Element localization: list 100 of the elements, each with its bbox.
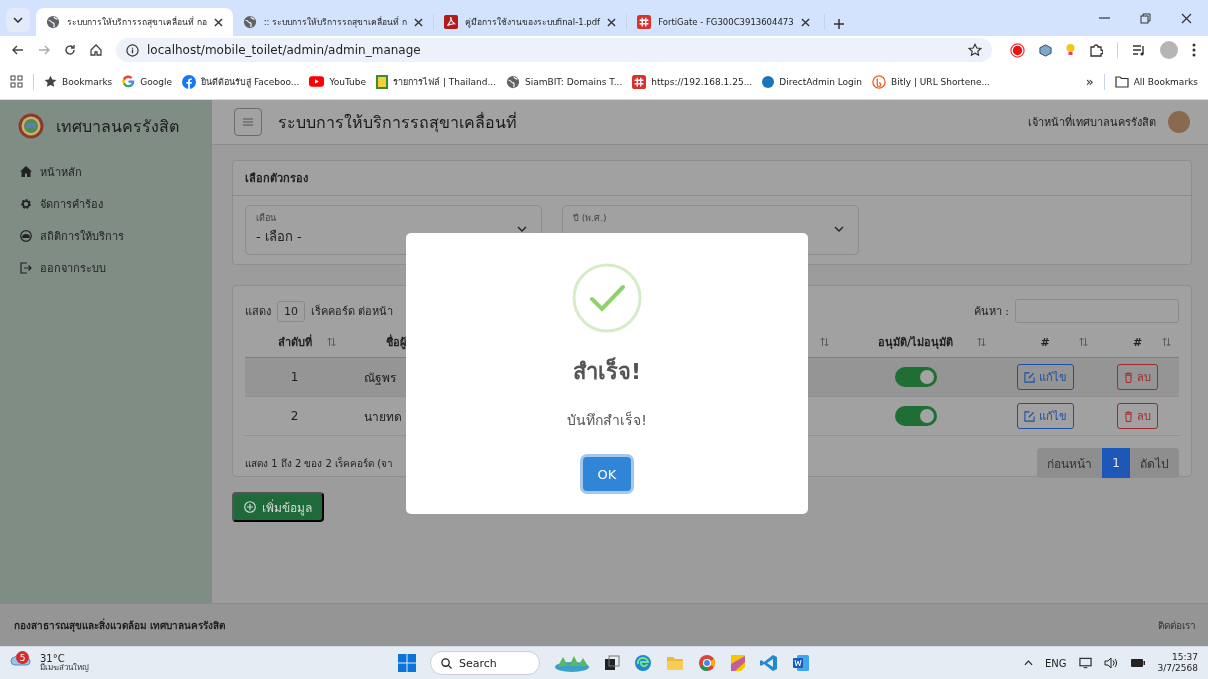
checkmark-icon (572, 263, 642, 333)
page-size-select[interactable]: 10 (277, 300, 305, 322)
cube-icon[interactable] (1039, 43, 1052, 57)
browser-tab[interactable]: :: ระบบการให้บริการรถสุขาเคลื่อนที่ ก (232, 8, 433, 36)
globe-icon (46, 15, 60, 29)
tab-list-button[interactable] (6, 8, 30, 32)
column-header: ลำดับที่ (277, 333, 312, 351)
plus-icon[interactable] (832, 18, 845, 30)
sort-icon (327, 337, 336, 347)
sidebar-menu-item[interactable]: จัดการคำร้อง (20, 194, 212, 213)
table-info: แสดง 1 ถึง 2 ของ 2 เร็คคอร์ด (จา (245, 455, 394, 471)
google-icon (122, 75, 136, 88)
field-label: เดือน (256, 212, 276, 225)
sort-icon (1079, 337, 1088, 347)
restore-icon[interactable] (1140, 12, 1151, 24)
code-editor-icon[interactable] (760, 654, 778, 672)
contact-link[interactable]: ติดต่อเรา (1158, 617, 1196, 633)
bookmark-link[interactable]: DirectAdmin Login (762, 75, 862, 88)
sidebar-menu-item[interactable]: หน้าหลัก (20, 162, 212, 181)
bulb-icon[interactable] (1066, 43, 1075, 57)
star-outline-icon[interactable] (968, 43, 982, 57)
bookmark-link[interactable]: Bitly | URL Shortene... (872, 74, 990, 89)
column-header: # (1132, 335, 1143, 349)
bookmark-link[interactable]: YouTube (309, 76, 367, 87)
dot-icon (762, 75, 775, 88)
search-icon (441, 657, 452, 669)
chevron-down-icon (517, 226, 527, 232)
column-header: อนุมัติ/ไม่อนุมัติ (878, 335, 953, 351)
more-icon[interactable] (1192, 43, 1196, 57)
home-icon[interactable] (90, 44, 102, 56)
ok-button[interactable]: OK (583, 457, 631, 491)
browser-tab[interactable]: FortiGate - FG300C3913604473 (627, 8, 820, 36)
close-icon[interactable] (800, 17, 810, 27)
toggle-switch[interactable] (894, 406, 937, 426)
record-icon[interactable] (1010, 42, 1025, 58)
table-cell-text: นายทด (364, 408, 402, 426)
edit-icon (1023, 410, 1035, 422)
pagination-button[interactable]: ก่อนหน้า (1037, 448, 1103, 478)
sidebar-menu-item[interactable]: ออกจากระบบ (20, 258, 212, 277)
column-header: ชื่อผู้ (386, 333, 406, 351)
close-icon[interactable] (607, 17, 617, 27)
trash-icon (1124, 371, 1133, 383)
search-label: ค้นหา : (973, 304, 1009, 320)
table-cell: 1 (290, 370, 299, 384)
notes-icon[interactable] (730, 654, 746, 672)
pagination-button[interactable]: 1 (1102, 448, 1130, 478)
language-indicator[interactable]: ENG (1045, 657, 1067, 669)
browser-tab[interactable]: ระบบการให้บริการรถสุขาเคลื่อนที่ กอ (36, 8, 233, 36)
footer-text: กองสาธารณสุขและสิ่งแวดล้อม เทศบาลนครรังสิต (14, 617, 226, 633)
edge-icon[interactable] (634, 654, 652, 672)
bookmark-link[interactable]: Bookmarks (44, 75, 113, 88)
reload-icon[interactable] (64, 44, 76, 56)
puzzle-icon[interactable] (1089, 43, 1103, 57)
close-icon[interactable] (1181, 12, 1192, 24)
table-cell: 2 (290, 409, 299, 423)
select-value: - เลือก - (256, 228, 302, 246)
back-icon[interactable] (12, 44, 24, 56)
taskbar-search[interactable]: Search (430, 651, 540, 675)
battery-icon[interactable] (1129, 658, 1146, 668)
monitor-icon[interactable] (1078, 657, 1092, 669)
trash-icon (1124, 410, 1133, 422)
sort-icon (820, 337, 829, 347)
address-bar[interactable]: localhost/mobile_toilet/admin/admin_manage (116, 38, 992, 62)
clock[interactable]: 15:37 3/7/2568 (1157, 651, 1198, 675)
bookmark-link[interactable]: Google (122, 75, 173, 88)
sort-icon (1162, 337, 1171, 347)
info-icon (126, 43, 139, 57)
toggle-switch[interactable] (894, 367, 937, 387)
task-view-icon[interactable] (604, 655, 620, 671)
bitly-icon (872, 74, 886, 89)
bookmark-link[interactable]: SiamBIT: Domains T... (506, 74, 623, 89)
browser-tab[interactable]: คู่มือการใช้งานของระบบfinal-1.pdf (433, 8, 627, 36)
pagination-button[interactable]: ถัดไป (1130, 448, 1179, 478)
close-icon[interactable] (213, 17, 223, 27)
seal-logo-icon (18, 113, 44, 139)
all-bookmarks-link[interactable]: All Bookmarks (1114, 75, 1198, 88)
menu-icon (243, 118, 253, 126)
grid-icon (632, 74, 647, 89)
logout-icon (20, 261, 32, 274)
bookmark-link[interactable]: ยินดีต้อนรับสู่ Faceboo... (182, 74, 300, 89)
column-header: # (1040, 335, 1050, 349)
chevron-up-icon[interactable] (1024, 660, 1033, 666)
page-title: ระบบการให้บริการรถสุขาเคลื่อนที่ (278, 111, 517, 135)
close-icon[interactable] (413, 17, 423, 27)
chevron-down-icon (834, 226, 844, 232)
facebook-icon (182, 74, 197, 89)
speaker-icon[interactable] (1103, 657, 1118, 669)
star-icon (44, 75, 57, 88)
add-button[interactable]: เพิ่มข้อมูล (232, 492, 324, 522)
chrome-icon[interactable] (698, 654, 716, 672)
bookmark-link[interactable]: https://192.168.1.25... (632, 74, 753, 89)
apps-icon[interactable] (10, 75, 23, 88)
word-icon[interactable] (792, 654, 810, 672)
playlist-icon[interactable] (1132, 44, 1146, 56)
grid-icon (637, 15, 652, 29)
sidebar-menu-item[interactable]: สถิติการให้บริการ (20, 226, 212, 245)
more-bookmarks-button[interactable]: » (1085, 74, 1094, 89)
gear-icon (20, 197, 32, 210)
bookmark-link[interactable]: รายการไฟล์ | Thailand... (376, 74, 497, 89)
folder-icon (1114, 75, 1129, 88)
